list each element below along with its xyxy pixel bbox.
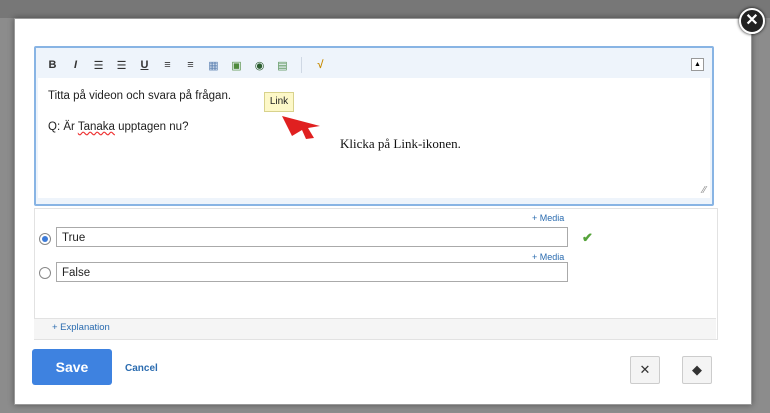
pointer-arrow-icon	[282, 116, 320, 139]
underline-icon[interactable]: U	[136, 57, 153, 74]
table-icon[interactable]: ▦	[205, 57, 222, 74]
radio-false[interactable]	[39, 267, 51, 279]
radio-true[interactable]	[39, 233, 51, 245]
rich-text-editor[interactable]: B I ☰ ☰ U ≡ ≡ ▦ ▣ ◉ ▤ √ ▲ Titta på video…	[34, 46, 714, 206]
add-media-link[interactable]: + Media	[532, 213, 564, 223]
close-icon[interactable]: ✕	[739, 8, 765, 34]
document-icon[interactable]: ▤	[274, 57, 291, 74]
add-explanation-link[interactable]: + Explanation	[52, 322, 110, 333]
bold-icon[interactable]: B	[44, 57, 61, 74]
cancel-button[interactable]: Cancel	[125, 363, 158, 374]
scroll-up-icon[interactable]: ▲	[691, 58, 704, 71]
backdrop	[0, 0, 770, 18]
tag-icon[interactable]: ◆	[682, 356, 712, 384]
align-left-icon[interactable]: ≡	[159, 57, 176, 74]
misspelled-word: Tanaka	[77, 121, 115, 133]
link-tooltip: Link	[264, 92, 294, 112]
math-icon[interactable]: √	[312, 57, 329, 74]
italic-icon[interactable]: I	[67, 57, 84, 74]
image-icon[interactable]: ▣	[228, 57, 245, 74]
bullet-list-icon[interactable]: ☰	[113, 57, 130, 74]
answer-false-field[interactable]: False	[56, 262, 568, 282]
add-media-link[interactable]: + Media	[532, 252, 564, 262]
editor-toolbar: B I ☰ ☰ U ≡ ≡ ▦ ▣ ◉ ▤ √	[44, 54, 329, 76]
tools-icon[interactable]: ✕	[630, 356, 660, 384]
answer-true-field[interactable]: True	[56, 227, 568, 247]
toolbar-separator	[301, 57, 302, 73]
question-prefix: Q: Är	[48, 121, 78, 133]
align-right-icon[interactable]: ≡	[182, 57, 199, 74]
link-icon[interactable]: ◉	[251, 57, 268, 74]
instruction-callout: Klicka på Link-ikonen.	[340, 136, 461, 151]
ordered-list-icon[interactable]: ☰	[90, 57, 107, 74]
question-suffix: upptagen nu?	[114, 121, 189, 133]
question-text-line: Titta på videon och svara på frågan.	[48, 90, 232, 102]
resize-handle-icon[interactable]: ⁄⁄	[703, 185, 706, 196]
correct-check-icon[interactable]: ✔	[582, 230, 593, 246]
explanation-bar	[34, 318, 716, 339]
save-button[interactable]: Save	[32, 349, 112, 385]
question-text-line: Q: Är Tanaka upptagen nu?	[48, 121, 188, 133]
